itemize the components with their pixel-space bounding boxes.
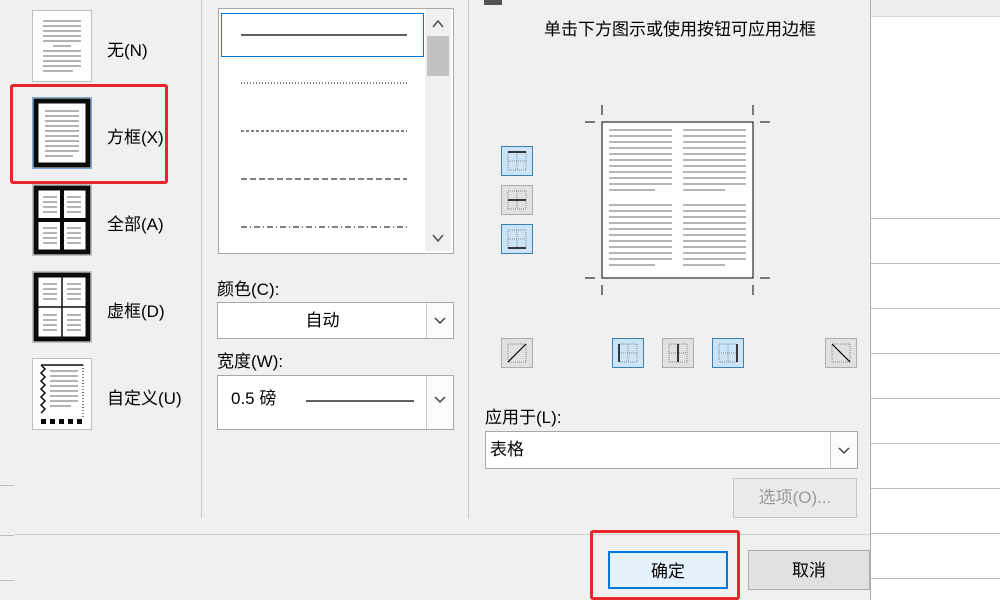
width-label: 宽度(W): [217, 352, 284, 371]
table-line [870, 353, 1000, 354]
table-line [870, 578, 1000, 579]
color-dropdown-arrow[interactable] [426, 303, 453, 338]
top-border-button[interactable] [501, 146, 533, 176]
setting-all-icon[interactable] [32, 184, 92, 256]
width-select[interactable]: 0.5 磅 [217, 375, 454, 430]
column-separator [201, 0, 202, 518]
line-style-scrollbar[interactable] [425, 9, 451, 251]
setting-none-label[interactable]: 无(N) [107, 36, 148, 61]
preview-heading-fragment [484, 0, 502, 8]
inside-vertical-border-button[interactable] [662, 338, 694, 368]
width-dropdown-arrow[interactable] [426, 376, 453, 429]
setting-custom-label[interactable]: 自定义(U) [107, 384, 182, 409]
table-line [0, 580, 14, 581]
table-line [870, 398, 1000, 399]
dialog-footer-separator [14, 534, 870, 535]
apply-to-select[interactable]: 表格 [485, 431, 858, 469]
apply-to-value: 表格 [490, 440, 524, 459]
setting-all-label[interactable]: 全部(A) [107, 210, 164, 235]
line-style-list[interactable] [218, 8, 454, 254]
apply-to-dropdown-arrow[interactable] [830, 432, 857, 468]
scroll-thumb [427, 36, 449, 76]
highlight-ok-button [590, 530, 740, 600]
table-line [870, 308, 1000, 309]
right-border-button[interactable] [712, 338, 744, 368]
color-value: 自动 [305, 311, 340, 330]
table-line [870, 218, 1000, 219]
setting-grid-label[interactable]: 虚框(D) [107, 297, 165, 322]
column-separator [468, 0, 469, 518]
setting-grid-icon[interactable] [32, 271, 92, 343]
color-select[interactable]: 自动 [217, 302, 454, 339]
preview-diagram[interactable] [585, 105, 770, 295]
color-label: 颜色(C): [217, 280, 280, 299]
options-button[interactable]: 选项(O)... [733, 478, 857, 518]
table-line [0, 485, 14, 486]
preview-instruction: 单击下方图示或使用按钮可应用边框 [544, 20, 816, 39]
setting-custom-icon[interactable] [32, 358, 92, 430]
inside-horizontal-border-button[interactable] [501, 185, 533, 215]
chevron-down-icon [434, 396, 446, 404]
setting-none-icon[interactable] [32, 10, 92, 82]
document-top-bar [870, 0, 1000, 17]
chevron-down-icon [838, 447, 850, 455]
diagonal-down-border-button[interactable] [825, 338, 857, 368]
bottom-border-button[interactable] [501, 224, 533, 254]
highlight-box-setting [10, 84, 168, 184]
left-border-button[interactable] [612, 338, 644, 368]
table-line [870, 533, 1000, 534]
background-document [870, 0, 1000, 600]
cancel-button[interactable]: 取消 [748, 550, 870, 590]
table-line [870, 443, 1000, 444]
table-line [870, 488, 1000, 489]
width-value: 0.5 磅 [231, 389, 277, 408]
diagonal-up-border-button[interactable] [501, 338, 533, 368]
chevron-down-icon [434, 317, 446, 325]
apply-to-label: 应用于(L): [485, 408, 562, 427]
scroll-down-icon [432, 234, 444, 243]
table-line [870, 263, 1000, 264]
scroll-up-icon [432, 19, 444, 28]
table-line [0, 535, 14, 536]
